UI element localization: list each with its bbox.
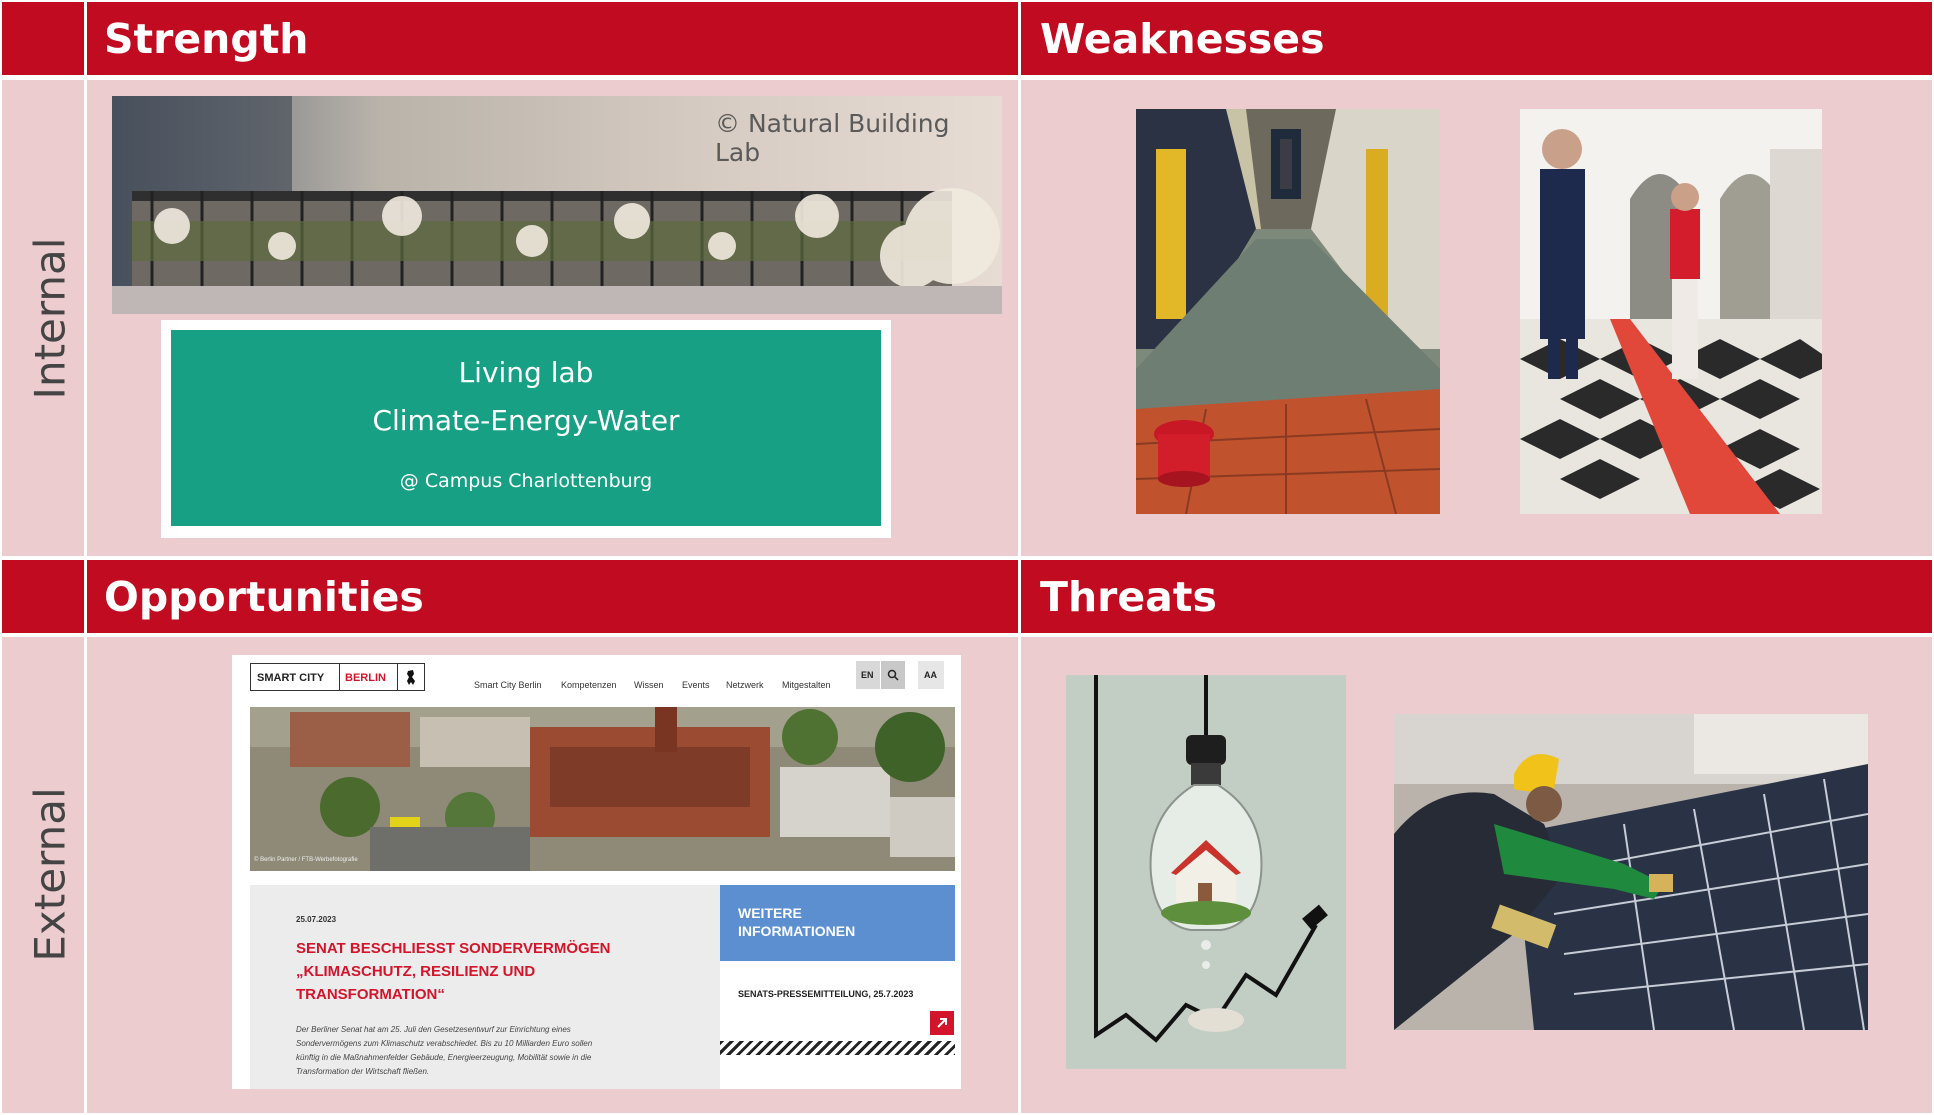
- living-lab-card: Living lab Climate-Energy-Water @ Campus…: [171, 330, 881, 526]
- web-press-label[interactable]: SENATS-PRESSEMITTEILUNG, 25.7.2023: [738, 989, 913, 999]
- web-logo-divider-2: [397, 664, 398, 690]
- web-article-box: 25.07.2023 SENAT BESCHLIESST SONDERVERMÖ…: [250, 885, 720, 1089]
- web-article-body-2: Sondervermögens zum Klimaschutz verabsch…: [296, 1039, 593, 1048]
- web-lang-button[interactable]: EN: [856, 661, 880, 689]
- web-image-credit: © Berlin Partner / FTB-Werbefotografie: [254, 857, 358, 863]
- web-article-headline-3[interactable]: TRANSFORMATION“: [296, 986, 445, 1003]
- swot-slide: Strength Weaknesses Opportunities Threat…: [0, 0, 1934, 1115]
- web-font-size-button[interactable]: AA: [918, 661, 944, 689]
- web-article-date: 25.07.2023: [296, 915, 337, 924]
- external-link-icon[interactable]: [930, 1011, 954, 1035]
- smart-city-website: SMART CITY BERLIN Smart City Berlin Komp…: [232, 655, 961, 1089]
- web-search-button[interactable]: [881, 661, 905, 689]
- lightbulb-house-graphic: [1066, 675, 1346, 1069]
- web-nav-smart-city-berlin[interactable]: Smart City Berlin: [474, 680, 542, 690]
- search-icon: [887, 669, 899, 681]
- web-info-button[interactable]: WEITERE INFORMATIONEN: [720, 885, 955, 961]
- header-threats: Threats: [1040, 573, 1217, 621]
- header-strength: Strength: [104, 15, 309, 63]
- header-opportunities: Opportunities: [104, 573, 424, 621]
- living-lab-subtitle: Climate-Energy-Water: [372, 404, 680, 437]
- web-article-headline-2[interactable]: „KLIMASCHUTZ, RESILIENZ UND: [296, 963, 535, 980]
- lightbulb-illustration: [1066, 675, 1346, 1069]
- web-article-headline-1[interactable]: SENAT BESCHLIESST SONDERVERMÖGEN: [296, 940, 611, 957]
- flooded-hallway-illustration: [1136, 109, 1440, 514]
- building-model-photo: © Natural Building Lab: [112, 96, 1002, 314]
- header-corner-top: [2, 2, 84, 75]
- web-press-panel: SENATS-PRESSEMITTEILUNG, 25.7.2023: [720, 961, 955, 1089]
- web-article-body-4: Transformation der Wirtschaft fließen.: [296, 1067, 430, 1076]
- web-nav-kompetenzen[interactable]: Kompetenzen: [561, 680, 617, 690]
- living-lab-title: Living lab: [458, 356, 594, 389]
- web-info-label-2: INFORMATIONEN: [738, 923, 856, 939]
- berlin-bear-icon: [404, 669, 418, 686]
- label-external: External: [25, 787, 75, 962]
- web-aerial-image: © Berlin Partner / FTB-Werbefotografie: [250, 707, 955, 871]
- web-article-body-1: Der Berliner Senat hat am 25. Juli den G…: [296, 1025, 571, 1034]
- web-logo-smart-city: SMART CITY: [257, 672, 325, 684]
- web-logo[interactable]: SMART CITY BERLIN: [250, 663, 425, 691]
- flooded-hallway-photo: [1136, 109, 1440, 514]
- header-weaknesses: Weaknesses: [1040, 15, 1325, 63]
- web-info-label-1: WEITERE: [738, 905, 802, 921]
- solar-worker-illustration: [1394, 714, 1868, 1030]
- solar-worker-photo: [1394, 714, 1868, 1030]
- courtyard-officials-photo: [1520, 109, 1822, 514]
- web-nav-netzwerk[interactable]: Netzwerk: [726, 680, 764, 690]
- web-logo-berlin: BERLIN: [345, 672, 386, 684]
- photo-credit: © Natural Building Lab: [715, 109, 950, 167]
- web-hatch-stripe: [720, 1041, 955, 1055]
- web-font-size-label: AA: [924, 670, 937, 680]
- header-corner-bottom: [2, 560, 84, 633]
- web-nav-mitgestalten[interactable]: Mitgestalten: [782, 680, 831, 690]
- courtyard-officials-illustration: [1520, 109, 1822, 514]
- web-nav-events[interactable]: Events: [682, 680, 710, 690]
- label-internal: Internal: [25, 237, 75, 400]
- web-article-body-3: künftig in die Maßnahmenfelder Gebäude, …: [296, 1053, 592, 1062]
- web-nav-wissen[interactable]: Wissen: [634, 680, 664, 690]
- living-lab-location: @ Campus Charlottenburg: [399, 470, 653, 492]
- web-logo-divider: [339, 664, 340, 690]
- web-lang-label: EN: [861, 670, 874, 680]
